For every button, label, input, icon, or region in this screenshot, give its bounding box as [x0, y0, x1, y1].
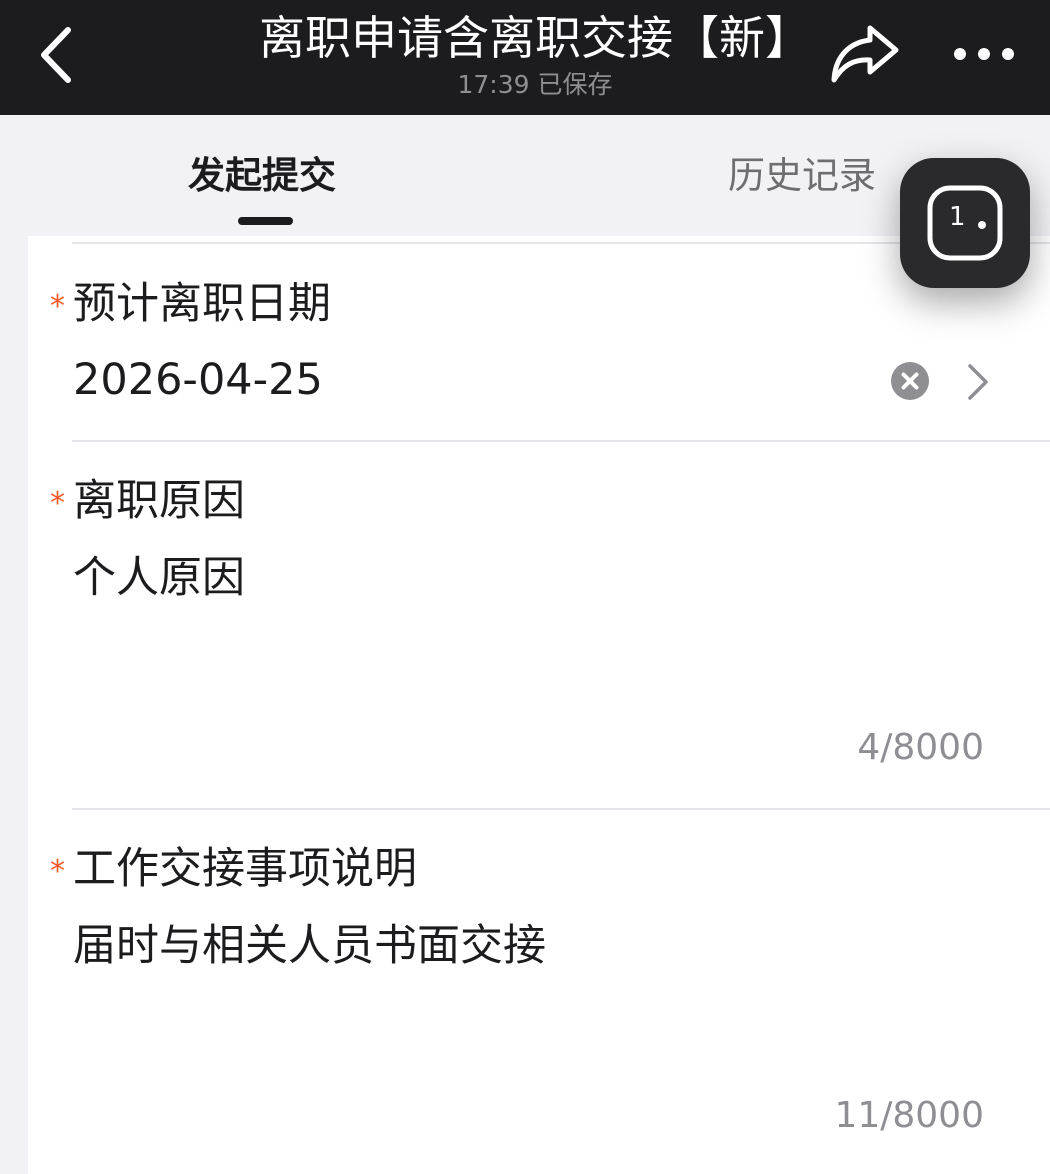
handover-textarea[interactable]: 届时与相关人员书面交接 [73, 918, 546, 974]
top-navigation-bar: 离职申请含离职交接【新】 17:39 已保存 [0, 0, 1050, 115]
more-icon [954, 48, 1014, 60]
chevron-right-icon [968, 364, 988, 400]
share-icon [831, 25, 899, 83]
clear-icon [891, 362, 929, 400]
float-window-count: 1 [949, 202, 966, 232]
form-card: * 预计离职日期 2026-04-25 * 离职原因 个人原因 4/8000 *… [28, 236, 1050, 1174]
floating-window-button[interactable]: 1 [900, 158, 1030, 288]
field-divider [72, 440, 1050, 442]
share-button[interactable] [826, 22, 902, 86]
field-label: 工作交接事项说明 [73, 844, 417, 894]
active-tab-indicator [238, 217, 293, 225]
char-counter: 11/8000 [834, 1095, 984, 1136]
tab-history[interactable]: 历史记录 [728, 150, 876, 202]
char-counter: 4/8000 [857, 727, 984, 768]
date-value[interactable]: 2026-04-25 [73, 352, 323, 408]
tab-submit[interactable]: 发起提交 [188, 150, 336, 202]
required-mark: * [50, 289, 65, 324]
save-status: 17:39 已保存 [457, 70, 613, 99]
required-mark: * [50, 854, 65, 889]
more-button[interactable] [948, 34, 1020, 74]
required-mark: * [50, 486, 65, 521]
page-title: 离职申请含离职交接【新】 [259, 11, 811, 65]
chevron-left-icon [41, 27, 71, 83]
back-button[interactable] [28, 22, 84, 88]
field-label: 离职原因 [73, 476, 245, 526]
reason-textarea[interactable]: 个人原因 [73, 550, 245, 606]
float-window-icon: 1 [927, 185, 1003, 261]
clear-date-button[interactable] [890, 361, 930, 401]
date-picker-chevron[interactable] [962, 362, 992, 402]
field-label: 预计离职日期 [73, 279, 331, 329]
field-divider [72, 808, 1050, 810]
